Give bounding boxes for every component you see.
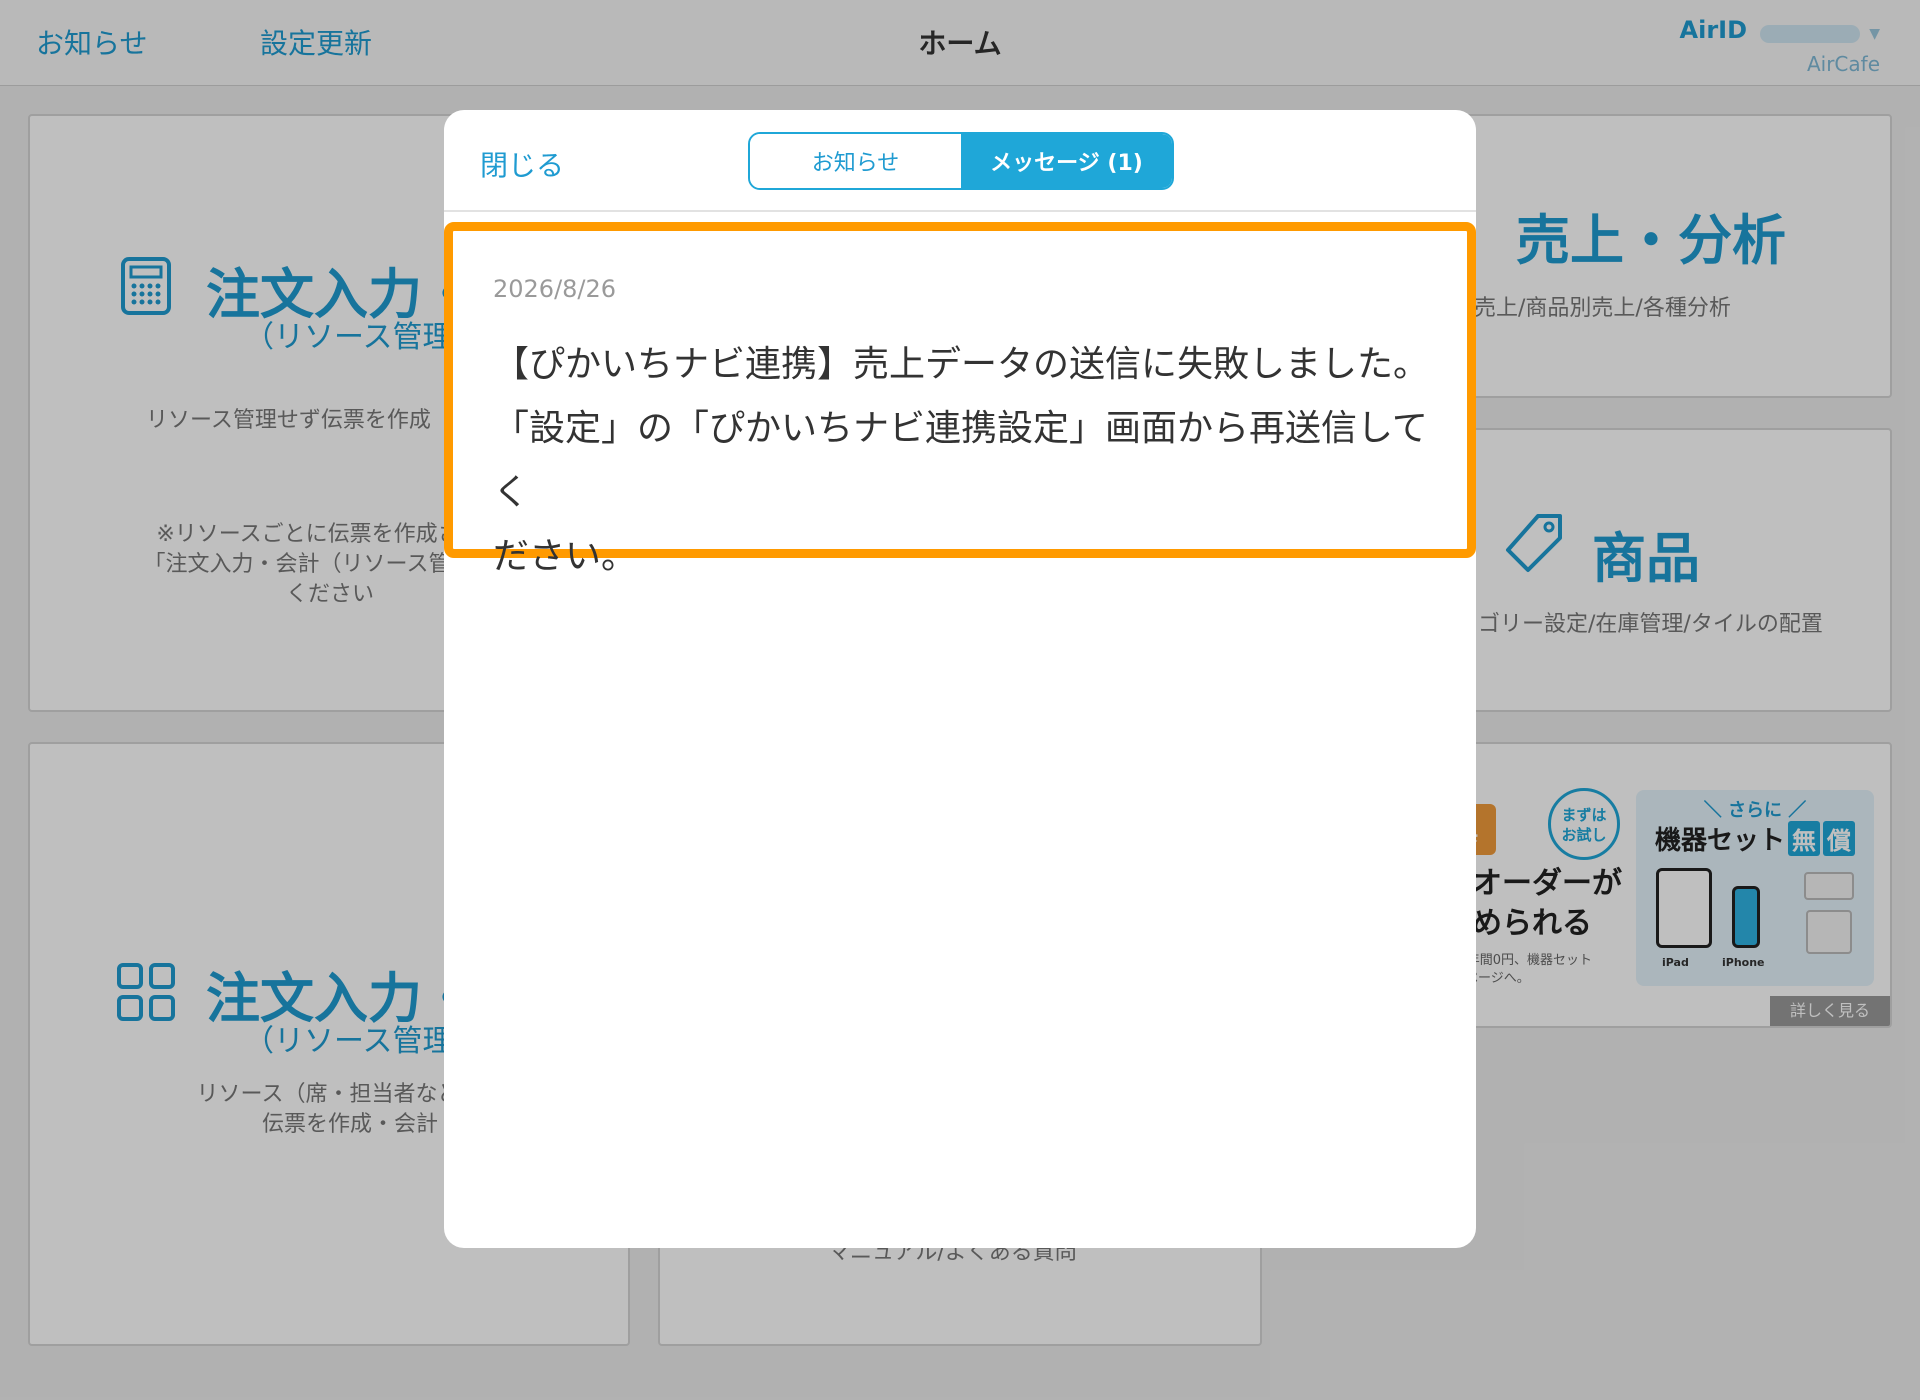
message-line: ださい。 xyxy=(493,536,638,577)
tab-messages[interactable]: メッセージ (1) xyxy=(961,134,1172,188)
close-button[interactable]: 閉じる xyxy=(480,144,564,184)
message-date: 2026/8/26 xyxy=(493,275,617,303)
segmented-control: お知らせ メッセージ (1) xyxy=(748,132,1174,190)
message-line: 「設定」の「ぴかいちナビ連携設定」画面から再送信してく xyxy=(493,408,1428,513)
notification-modal: 閉じる お知らせ メッセージ (1) 2026/8/26 【ぴかいちナビ連携】売… xyxy=(444,110,1476,1248)
message-body: 【ぴかいちナビ連携】売上データの送信に失敗しました。 「設定」の「ぴかいちナビ連… xyxy=(493,333,1443,589)
message-item[interactable]: 2026/8/26 【ぴかいちナビ連携】売上データの送信に失敗しました。 「設定… xyxy=(444,222,1476,577)
tab-notices[interactable]: お知らせ xyxy=(750,134,961,188)
divider xyxy=(444,210,1476,212)
message-line: 【ぴかいちナビ連携】売上データの送信に失敗しました。 xyxy=(493,344,1430,385)
